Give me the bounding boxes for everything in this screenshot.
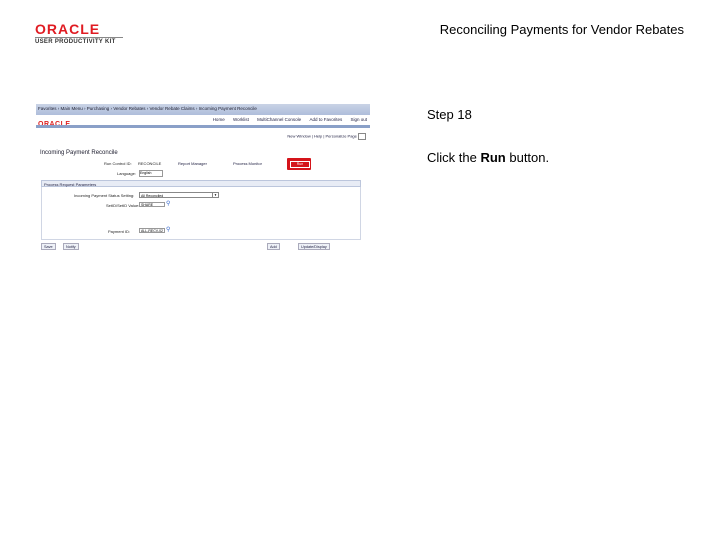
app-top-bar: Favorites › Main Menu › Purchasing › Ven…: [36, 104, 370, 115]
instruction-target: Run: [480, 150, 506, 165]
language-select[interactable]: English: [139, 170, 163, 177]
notify-button[interactable]: Notify: [63, 243, 79, 250]
run-control-label: Run Control ID:: [104, 161, 132, 166]
page-title: Incoming Payment Reconcile: [40, 150, 118, 156]
run-control-value: RECONCILE: [138, 161, 162, 166]
app-nav-links: Home Worklist MultiChannel Console Add t…: [206, 117, 367, 122]
instruction-suffix: button.: [505, 150, 550, 165]
step-instruction: Click the Run button.: [427, 150, 549, 165]
setid-lookup-icon[interactable]: ⚲: [166, 200, 170, 207]
status-label: Incoming Payment Status Setting:: [74, 193, 135, 198]
nav-home[interactable]: Home: [213, 117, 225, 122]
add-button[interactable]: Add: [267, 243, 280, 250]
nav-favorites[interactable]: Add to Favorites: [309, 117, 342, 122]
nav-signout[interactable]: Sign out: [350, 117, 367, 122]
logo-divider: [35, 37, 123, 38]
app-screenshot: Favorites › Main Menu › Purchasing › Ven…: [36, 104, 370, 254]
report-manager-link[interactable]: Report Manager: [178, 161, 207, 166]
step-number: Step 18: [427, 107, 472, 122]
nav-rule: [36, 125, 370, 128]
logo-product: USER PRODUCTIVITY KIT: [35, 39, 116, 45]
setid-label: SetID/SetID Value:: [106, 203, 140, 208]
run-button-label[interactable]: Run: [290, 161, 310, 168]
breadcrumb[interactable]: Favorites › Main Menu › Purchasing › Ven…: [38, 106, 257, 111]
personalize-icon[interactable]: [358, 133, 366, 140]
chevron-down-icon[interactable]: ▼: [212, 193, 218, 197]
nav-worklist[interactable]: Worklist: [233, 117, 249, 122]
status-value: All Reconciled: [141, 194, 164, 198]
run-button[interactable]: Run: [287, 158, 311, 170]
document-title: Reconciling Payments for Vendor Rebates: [439, 22, 684, 37]
window-links[interactable]: New Window | Help | Personalize Page: [287, 133, 366, 140]
payment-id-label: Payment ID:: [108, 229, 131, 234]
payment-id-field[interactable]: ALL-RECV-02: [139, 228, 165, 233]
process-monitor-link[interactable]: Process Monitor: [233, 161, 262, 166]
payment-id-lookup-icon[interactable]: ⚲: [166, 226, 170, 233]
section-header: Process Request Parameters: [41, 180, 361, 187]
language-label: Language:: [117, 171, 136, 176]
oracle-upk-logo: ORACLE USER PRODUCTIVITY KIT: [35, 22, 123, 45]
update-display-button[interactable]: Update/Display: [298, 243, 330, 250]
logo-brand: ORACLE: [35, 21, 101, 37]
instruction-prefix: Click the: [427, 150, 481, 165]
window-links-text[interactable]: New Window | Help | Personalize Page: [287, 134, 356, 139]
save-button[interactable]: Save: [41, 243, 56, 250]
nav-multichannel[interactable]: MultiChannel Console: [257, 117, 301, 122]
status-select[interactable]: All Reconciled ▼: [139, 192, 219, 198]
setid-field[interactable]: SHARE: [139, 202, 165, 207]
